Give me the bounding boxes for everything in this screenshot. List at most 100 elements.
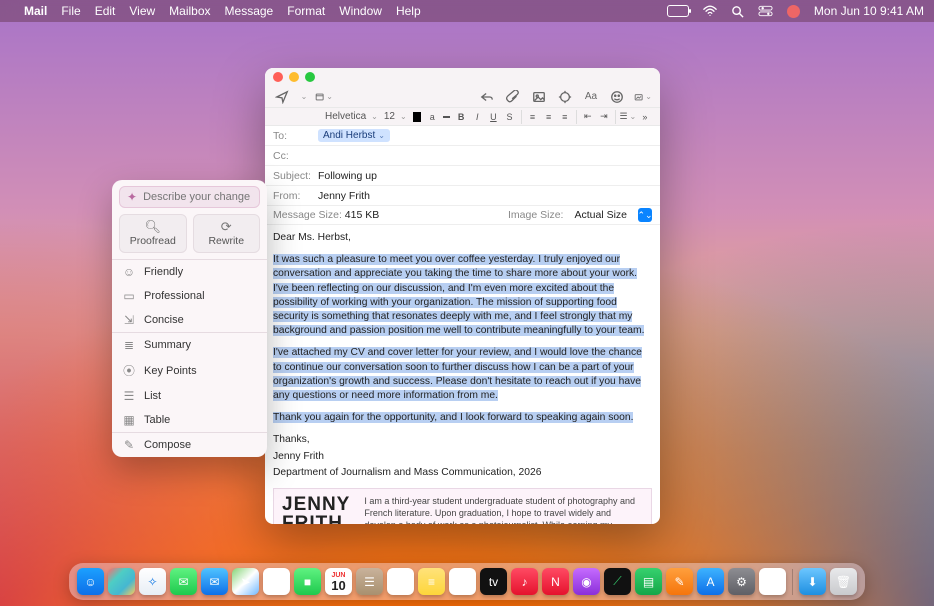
control-center-icon[interactable] bbox=[758, 5, 773, 17]
dock-pages[interactable]: ✎ bbox=[666, 568, 693, 595]
emoji-button[interactable] bbox=[608, 90, 626, 104]
dock-notes[interactable]: ≡ bbox=[418, 568, 445, 595]
photo-browser-button[interactable]: ⌄ bbox=[634, 90, 652, 104]
user-avatar-icon[interactable] bbox=[787, 5, 800, 18]
list-item[interactable]: ☰List bbox=[112, 384, 267, 408]
briefcase-icon: ▭ bbox=[122, 289, 136, 303]
proofread-button[interactable]: 🔍︎ Proofread bbox=[119, 214, 187, 253]
menu-file[interactable]: File bbox=[61, 4, 80, 18]
dock-numbers[interactable]: ▤ bbox=[635, 568, 662, 595]
dock-messages[interactable]: ✉︎ bbox=[170, 568, 197, 595]
zoom-window-button[interactable] bbox=[305, 72, 315, 82]
window-titlebar[interactable] bbox=[265, 68, 660, 86]
text-color-button[interactable] bbox=[413, 112, 421, 122]
dock-app-store[interactable]: A bbox=[697, 568, 724, 595]
to-token[interactable]: Andi Herbst bbox=[318, 129, 390, 142]
align-right-button[interactable]: ≡ bbox=[560, 111, 570, 123]
tone-professional-item[interactable]: ▭Professional bbox=[112, 284, 267, 308]
subject-field[interactable]: Following up bbox=[318, 170, 652, 182]
text-ref-icon[interactable]: a bbox=[427, 111, 437, 123]
describe-change-field[interactable]: ✦ bbox=[119, 186, 260, 208]
dock-podcasts[interactable]: ◉ bbox=[573, 568, 600, 595]
dock-stocks[interactable]: ⟋ bbox=[604, 568, 631, 595]
dock-facetime[interactable]: ■ bbox=[294, 568, 321, 595]
menu-edit[interactable]: Edit bbox=[95, 4, 116, 18]
menu-message[interactable]: Message bbox=[225, 4, 274, 18]
send-options-button[interactable]: ⌄ bbox=[299, 90, 307, 104]
compose-item[interactable]: ✎Compose bbox=[112, 433, 267, 457]
battery-icon[interactable] bbox=[667, 5, 689, 17]
wifi-icon[interactable] bbox=[703, 5, 717, 17]
describe-change-input[interactable] bbox=[143, 191, 267, 203]
font-family-select[interactable]: Helvetica⌄ bbox=[325, 111, 378, 122]
subject-row: Subject: Following up bbox=[265, 166, 660, 186]
from-field[interactable]: Jenny Frith bbox=[318, 190, 652, 202]
message-body[interactable]: Dear Ms. Herbst, It was such a pleasure … bbox=[265, 225, 660, 524]
more-format-button[interactable]: » bbox=[640, 111, 650, 123]
dock-calendar[interactable]: JUN10 bbox=[325, 568, 352, 595]
menu-format[interactable]: Format bbox=[287, 4, 325, 18]
dock-system-settings[interactable]: ⚙︎ bbox=[728, 568, 755, 595]
rewrite-button[interactable]: ⟳ Rewrite bbox=[193, 214, 261, 253]
table-item[interactable]: ▦Table bbox=[112, 408, 267, 432]
signature-line-1: Thanks, bbox=[273, 433, 652, 447]
indent-button[interactable]: ⇥ bbox=[599, 111, 609, 123]
dock-launchpad[interactable] bbox=[108, 568, 135, 595]
bold-button[interactable]: B bbox=[456, 111, 466, 123]
minimize-window-button[interactable] bbox=[289, 72, 299, 82]
menu-help[interactable]: Help bbox=[396, 4, 421, 18]
tone-friendly-item[interactable]: ☺︎Friendly bbox=[112, 260, 267, 284]
subject-label: Subject: bbox=[273, 170, 318, 182]
dock-mail[interactable]: ✉︎ bbox=[201, 568, 228, 595]
format-button[interactable]: Aa bbox=[582, 90, 600, 104]
list-button[interactable]: ☰⌄ bbox=[622, 111, 634, 123]
menubar-app-name[interactable]: Mail bbox=[24, 4, 47, 18]
dock-photos[interactable]: ✿ bbox=[263, 568, 290, 595]
dock-music[interactable]: ♪ bbox=[511, 568, 538, 595]
insert-photo-button[interactable] bbox=[530, 90, 548, 104]
dock-freeform[interactable]: ✎ bbox=[449, 568, 476, 595]
attach-button[interactable] bbox=[504, 90, 522, 104]
summary-item[interactable]: ≣Summary bbox=[112, 333, 267, 357]
dock-reminders[interactable]: ☰ bbox=[387, 568, 414, 595]
tone-concise-item[interactable]: ⇲Concise bbox=[112, 308, 267, 332]
menu-window[interactable]: Window bbox=[339, 4, 382, 18]
dock-maps[interactable]: ➤ bbox=[232, 568, 259, 595]
align-left-button[interactable]: ≡ bbox=[527, 111, 537, 123]
font-size-select[interactable]: 12⌄ bbox=[384, 111, 407, 122]
italic-button[interactable]: I bbox=[472, 111, 482, 123]
dock-contacts[interactable]: ☰ bbox=[356, 568, 383, 595]
keypoints-item[interactable]: ⦿Key Points bbox=[112, 357, 267, 384]
underline-button[interactable]: U bbox=[488, 111, 498, 123]
outdent-button[interactable]: ⇤ bbox=[583, 111, 593, 123]
menu-view[interactable]: View bbox=[129, 4, 155, 18]
send-button[interactable] bbox=[273, 90, 291, 104]
strikethrough-button[interactable]: S bbox=[504, 111, 514, 123]
dock-iphone-mirroring[interactable]: ▮ bbox=[759, 568, 786, 595]
sparkle-icon: ✦ bbox=[127, 190, 137, 204]
proofread-label: Proofread bbox=[130, 235, 176, 247]
resume-attachment[interactable]: JENNY FRITH I am a third-year student un… bbox=[273, 488, 652, 524]
image-size-stepper[interactable]: ⌃⌄ bbox=[638, 208, 652, 222]
menubar-right: Mon Jun 10 9:41 AM bbox=[667, 4, 924, 18]
spotlight-icon[interactable] bbox=[731, 5, 744, 18]
dock-finder[interactable]: ☺︎ bbox=[77, 568, 104, 595]
summary-label: Summary bbox=[144, 339, 191, 351]
dock-downloads[interactable]: ⬇︎ bbox=[799, 568, 826, 595]
menubar-clock[interactable]: Mon Jun 10 9:41 AM bbox=[814, 4, 924, 18]
menu-mailbox[interactable]: Mailbox bbox=[169, 4, 210, 18]
list-icon: ☰ bbox=[122, 389, 136, 403]
dock-tv[interactable]: tv bbox=[480, 568, 507, 595]
close-window-button[interactable] bbox=[273, 72, 283, 82]
dock-trash[interactable]: 🗑︎ bbox=[830, 568, 857, 595]
dock-safari[interactable]: ✧ bbox=[139, 568, 166, 595]
strike-button[interactable] bbox=[443, 116, 450, 118]
image-size-select[interactable]: Actual Size bbox=[569, 208, 632, 222]
writing-tools-button[interactable] bbox=[556, 90, 574, 104]
align-center-button[interactable]: ≡ bbox=[544, 111, 554, 123]
dock-news[interactable]: N bbox=[542, 568, 569, 595]
to-field[interactable]: Andi Herbst bbox=[318, 129, 652, 142]
header-fields-button[interactable]: ⌄ bbox=[315, 90, 333, 104]
reply-button[interactable] bbox=[478, 90, 496, 104]
compose-toolbar: ⌄ ⌄ Aa ⌄ bbox=[265, 86, 660, 108]
